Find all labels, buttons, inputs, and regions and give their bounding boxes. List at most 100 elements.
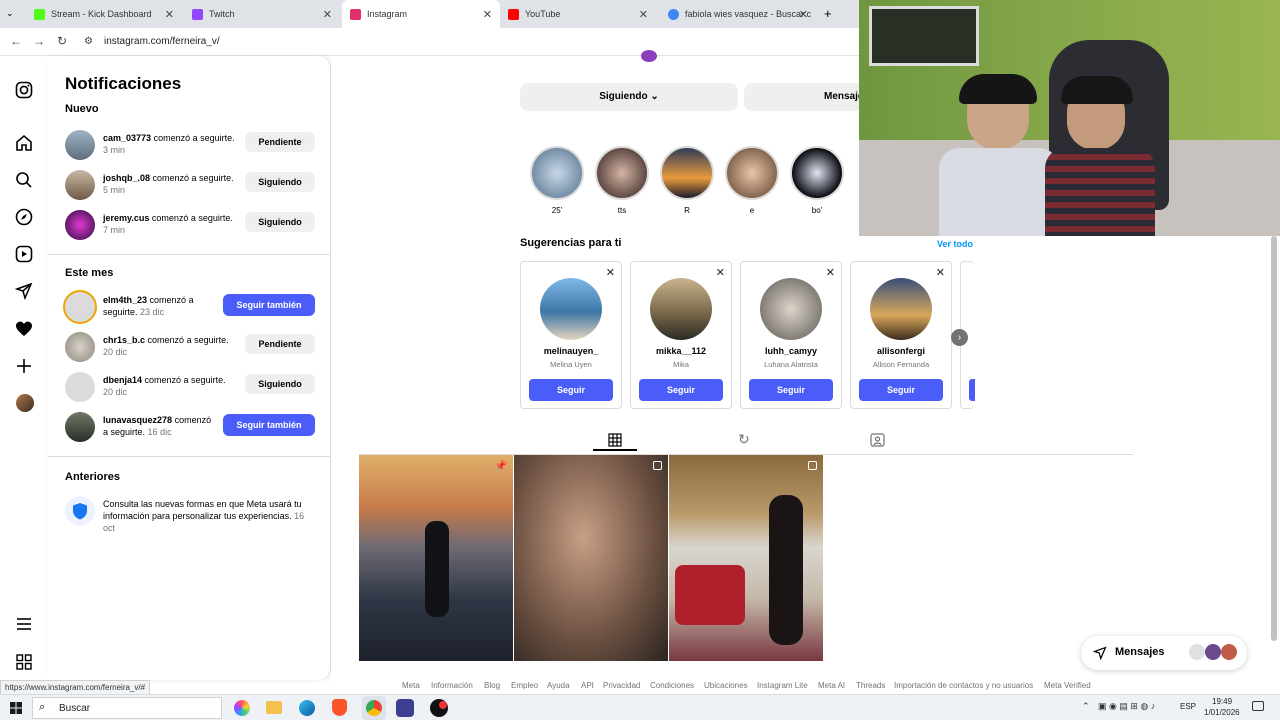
username[interactable]: jeremy.cus <box>103 213 149 223</box>
footer-link[interactable]: Blog <box>484 681 500 690</box>
site-info-icon[interactable]: ⚙ <box>84 36 93 47</box>
search-icon[interactable] <box>15 171 33 189</box>
avatar[interactable] <box>65 210 95 240</box>
username[interactable]: elm4th_23 <box>103 295 147 305</box>
chevron-up-icon[interactable]: ⌃ <box>1082 701 1090 712</box>
footer-link[interactable]: Importación de contactos y no usuarios <box>894 681 1033 690</box>
avatar[interactable] <box>65 170 95 200</box>
footer-link[interactable]: Meta AI <box>818 681 845 690</box>
avatar[interactable] <box>760 278 822 340</box>
menu-icon[interactable] <box>15 615 33 633</box>
follow-back-button[interactable]: Seguir también <box>223 294 315 316</box>
following-button[interactable]: Siguiendo <box>245 212 315 232</box>
follow-button[interactable] <box>969 379 975 401</box>
notification-item[interactable]: dbenja14 comenzó a seguirte. 20 dic Sigui… <box>65 372 315 404</box>
close-icon[interactable]: ✕ <box>323 8 332 21</box>
new-tab-button[interactable]: + <box>824 6 832 21</box>
notification-item[interactable]: chr1s_b.c comenzó a seguirte. 20 dic Pend… <box>65 332 315 364</box>
follow-button[interactable]: Seguir <box>639 379 723 401</box>
suggestion-username[interactable]: melinauyen_ <box>521 346 621 356</box>
clock-time[interactable]: 19:49 <box>1212 697 1232 706</box>
footer-link[interactable]: Condiciones <box>650 681 694 690</box>
notification-item[interactable]: Consulta las nuevas formas en que Meta u… <box>65 496 315 536</box>
brave-icon[interactable] <box>332 699 347 716</box>
follow-button[interactable]: Seguir <box>529 379 613 401</box>
tab-list-icon[interactable]: ⌄ <box>6 8 14 19</box>
obs-icon[interactable] <box>396 699 414 717</box>
username[interactable]: lunavasquez278 <box>103 415 172 425</box>
app-icon[interactable] <box>430 699 448 717</box>
tab-twitch[interactable]: Twitch ✕ <box>184 0 340 28</box>
footer-link[interactable]: Meta Verified <box>1044 681 1091 690</box>
close-icon[interactable]: ✕ <box>606 266 615 279</box>
highlight-item[interactable] <box>790 146 844 200</box>
edge-icon[interactable] <box>299 700 315 716</box>
close-icon[interactable]: ✕ <box>716 266 725 279</box>
follow-button[interactable]: Seguir <box>859 379 943 401</box>
message-button[interactable]: Mensaje <box>744 83 864 111</box>
footer-link[interactable]: Ubicaciones <box>704 681 748 690</box>
messages-floating-button[interactable]: Mensajes <box>1081 636 1247 670</box>
tab-google[interactable]: fabiola wies vasquez - Buscar c ✕ <box>660 0 816 28</box>
close-icon[interactable]: ✕ <box>799 8 808 21</box>
avatar[interactable] <box>65 412 95 442</box>
chrome-taskbar-active[interactable] <box>362 696 386 720</box>
footer-link[interactable]: API <box>581 681 594 690</box>
close-icon[interactable]: ✕ <box>639 8 648 21</box>
see-all-link[interactable]: Ver todo <box>937 239 973 249</box>
footer-link[interactable]: Threads <box>856 681 885 690</box>
suggestion-username[interactable]: allisonfergi <box>851 346 951 356</box>
footer-link[interactable]: Ayuda <box>547 681 570 690</box>
forward-icon[interactable]: → <box>33 34 45 48</box>
profile-avatar[interactable] <box>16 394 34 412</box>
close-icon[interactable]: ✕ <box>165 8 174 21</box>
notification-item[interactable]: jeremy.cus comenzó a seguirte. 7 min Sigu… <box>65 210 315 242</box>
close-icon[interactable]: ✕ <box>936 266 945 279</box>
username[interactable]: cam_03773 <box>103 133 151 143</box>
post-thumbnail[interactable] <box>514 455 668 661</box>
avatar[interactable] <box>650 278 712 340</box>
footer-link[interactable]: Instagram Lite <box>757 681 808 690</box>
scrollbar[interactable] <box>1271 236 1277 641</box>
follow-back-button[interactable]: Seguir también <box>223 414 315 436</box>
post-thumbnail[interactable]: 📌 <box>359 455 513 661</box>
username[interactable]: joshqb_.08 <box>103 173 150 183</box>
pending-button[interactable]: Pendiente <box>245 334 315 354</box>
highlight-item[interactable] <box>595 146 649 200</box>
tab-youtube[interactable]: YouTube ✕ <box>500 0 656 28</box>
avatar[interactable] <box>65 332 95 362</box>
username[interactable]: dbenja14 <box>103 375 142 385</box>
back-icon[interactable]: ← <box>10 34 22 48</box>
reload-icon[interactable]: ↻ <box>57 34 67 48</box>
create-icon[interactable] <box>15 357 33 375</box>
notification-item[interactable]: joshqb_.08 comenzó a seguirte. 5 min Sigu… <box>65 170 315 202</box>
tray-icons[interactable]: ▣ ◉ ▤ ⊞ ◍ ♪ <box>1098 701 1155 712</box>
tab-instagram[interactable]: Instagram ✕ <box>342 0 500 28</box>
footer-link[interactable]: Meta <box>402 681 420 690</box>
pending-button[interactable]: Pendiente <box>245 132 315 152</box>
highlight-item[interactable] <box>660 146 714 200</box>
following-dropdown-button[interactable]: Siguiendo ⌄ <box>520 83 738 111</box>
avatar[interactable] <box>65 372 95 402</box>
tagged-icon[interactable] <box>870 433 885 447</box>
home-icon[interactable] <box>15 134 33 152</box>
username[interactable]: chr1s_b.c <box>103 335 145 345</box>
avatar[interactable] <box>540 278 602 340</box>
language-indicator[interactable]: ESP <box>1180 702 1196 711</box>
avatar[interactable] <box>870 278 932 340</box>
notifications-icon[interactable] <box>1252 701 1264 711</box>
notification-item[interactable]: lunavasquez278 comenzó a seguirte. 16 di… <box>65 412 315 444</box>
following-button[interactable]: Siguiendo <box>245 374 315 394</box>
follow-button[interactable]: Seguir <box>749 379 833 401</box>
messages-icon[interactable] <box>15 282 33 300</box>
url-field[interactable]: instagram.com/ferneira_v/ <box>104 36 220 47</box>
more-apps-icon[interactable] <box>15 653 33 671</box>
suggestion-username[interactable]: luhh_camyy <box>741 346 841 356</box>
tab-kick[interactable]: Stream - Kick Dashboard ✕ <box>26 0 182 28</box>
suggestion-username[interactable]: mikka__112 <box>631 346 731 356</box>
reels-icon[interactable] <box>15 245 33 263</box>
clock-date[interactable]: 1/01/2026 <box>1204 708 1240 717</box>
reposts-icon[interactable]: ↻ <box>738 431 750 448</box>
post-thumbnail[interactable] <box>669 455 823 661</box>
following-button[interactable]: Siguiendo <box>245 172 315 192</box>
